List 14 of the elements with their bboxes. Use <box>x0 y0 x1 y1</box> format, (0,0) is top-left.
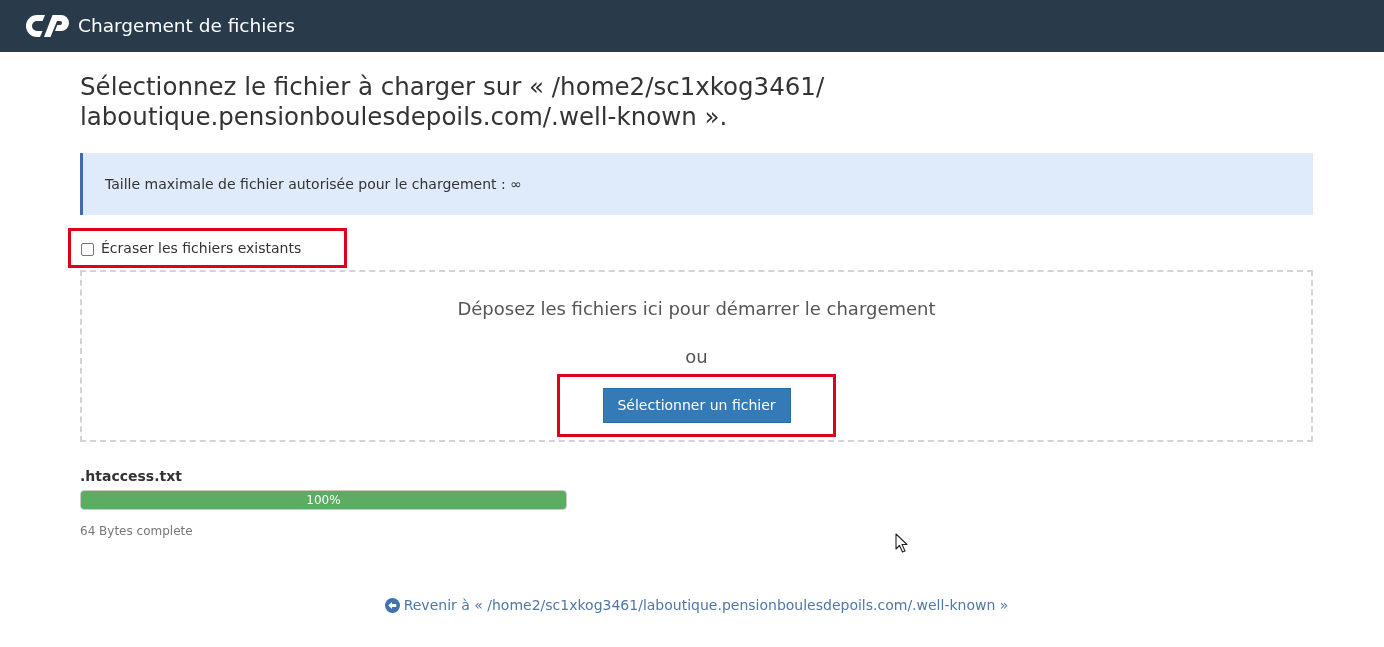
progress-label: 100% <box>306 494 341 506</box>
checkbox[interactable] <box>81 242 94 256</box>
mouse-pointer-icon <box>895 533 909 553</box>
overwrite-label[interactable]: Écraser les fichiers existants <box>101 237 302 259</box>
page-heading: Sélectionnez le fichier à charger sur « /home2/sc1xkog3461/ laboutique.pensionboulesdepoils.com/.well-known ». <box>80 72 826 132</box>
drop-area[interactable]: Déposez les fichiers ici pour démarrer le chargement ou Sélectionner un fichier <box>80 270 1313 442</box>
file-name: .htaccess.txt <box>80 467 183 486</box>
separator-text: ou <box>685 345 708 369</box>
upload-status: 64 Bytes complete <box>80 523 194 540</box>
alert-text: Taille maximale de fichier autorisée pour le chargement : ∞ <box>105 174 522 194</box>
dropzone-prompt: Déposez les fichiers ici pour démarrer le chargement <box>457 297 936 321</box>
select-file-button[interactable]: Sélectionner un fichier <box>602 388 791 423</box>
back-link[interactable]: Revenir à « /home2/sc1xkog3461/laboutique.pensionboulesdepoils.com/.well-known » <box>384 595 1009 615</box>
page-title: Chargement de fichiers <box>78 16 295 36</box>
